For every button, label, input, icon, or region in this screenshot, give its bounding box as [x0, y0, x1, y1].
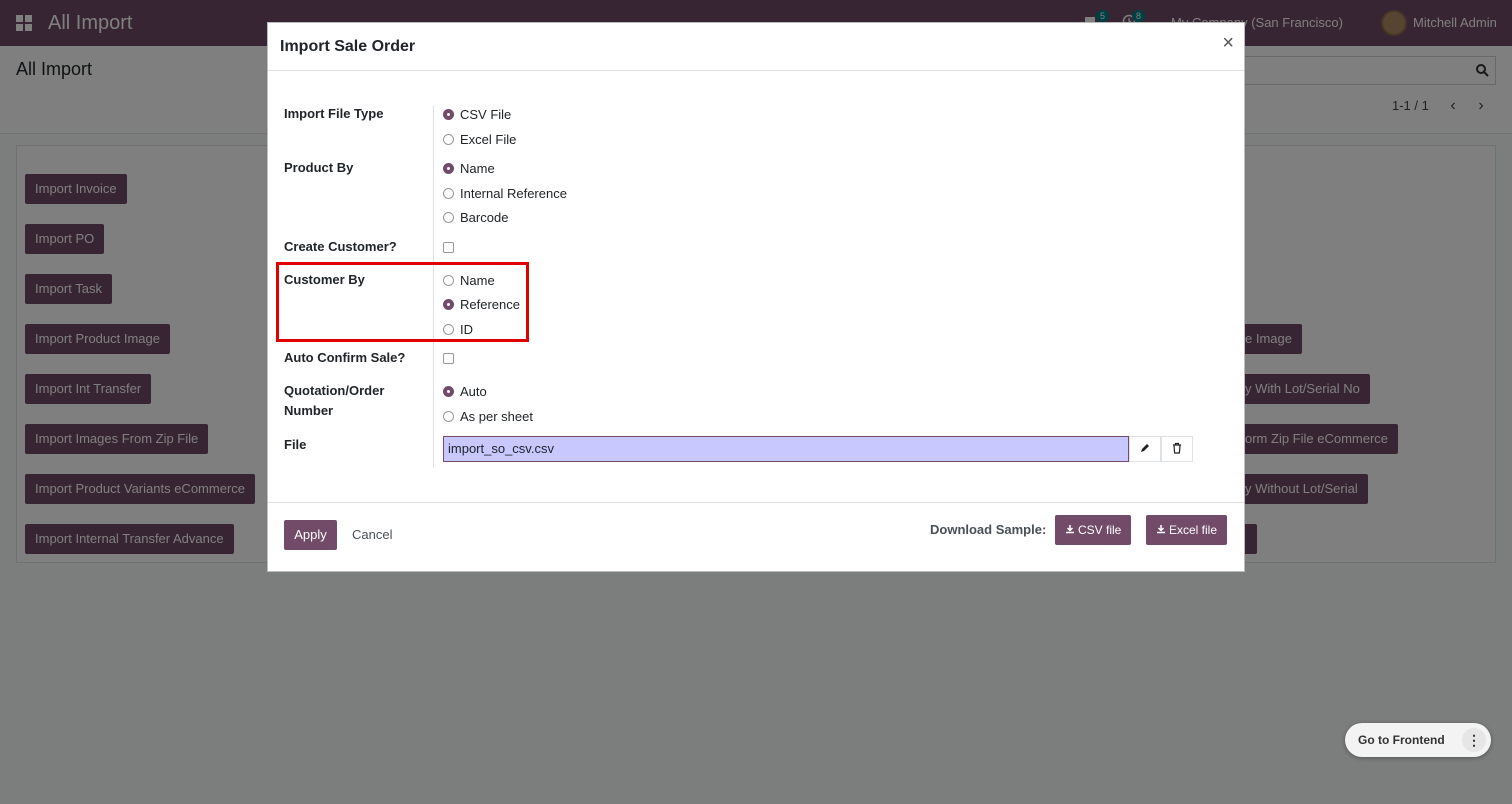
file-type-label: Import File Type	[284, 106, 384, 121]
product-by-name-option[interactable]: Name	[443, 158, 495, 178]
delete-file-button[interactable]	[1161, 436, 1193, 462]
option-label: ID	[460, 321, 473, 337]
customer-by-name-option[interactable]: Name	[443, 270, 495, 290]
customer-by-id-option[interactable]: ID	[443, 319, 473, 339]
modal-footer: Apply Cancel Download Sample: CSV file E…	[268, 502, 1244, 572]
product-by-barcode-option[interactable]: Barcode	[443, 207, 508, 227]
auto-confirm-checkbox[interactable]	[443, 353, 454, 364]
edit-file-button[interactable]	[1129, 436, 1161, 462]
more-vertical-icon[interactable]: ⋮	[1462, 728, 1486, 752]
download-csv-button[interactable]: CSV file	[1055, 515, 1132, 546]
radio-selected-icon[interactable]	[443, 385, 454, 397]
option-label: Name	[460, 160, 495, 176]
excel-button-label: Excel file	[1169, 523, 1218, 537]
radio-icon[interactable]	[443, 274, 454, 286]
radio-icon[interactable]	[443, 187, 454, 199]
customer-by-reference-option[interactable]: Reference	[443, 294, 520, 314]
download-icon	[1065, 516, 1075, 546]
modal-header: Import Sale Order ×	[268, 23, 1244, 71]
apply-button[interactable]: Apply	[284, 520, 337, 550]
create-customer-label: Create Customer?	[284, 239, 397, 254]
option-label: Auto	[460, 383, 487, 399]
file-label: File	[284, 437, 307, 452]
order-number-auto-option[interactable]: Auto	[443, 381, 487, 401]
close-icon[interactable]: ×	[1222, 33, 1234, 53]
customer-by-label: Customer By	[284, 272, 365, 287]
radio-icon[interactable]	[443, 323, 454, 335]
file-field[interactable]: import_so_csv.csv	[443, 436, 1129, 462]
option-label: Internal Reference	[460, 185, 567, 201]
csv-button-label: CSV file	[1078, 523, 1122, 537]
pencil-icon	[1139, 442, 1151, 457]
radio-icon[interactable]	[443, 211, 454, 223]
radio-selected-icon[interactable]	[443, 162, 454, 174]
import-sale-order-dialog: Import Sale Order × Import File Type CSV…	[267, 22, 1245, 572]
go-to-frontend-widget: Go to Frontend ⋮	[1345, 723, 1491, 757]
option-label: Reference	[460, 296, 520, 312]
file-type-excel-option[interactable]: Excel File	[443, 129, 516, 149]
product-by-internal-ref-option[interactable]: Internal Reference	[443, 183, 567, 203]
radio-selected-icon[interactable]	[443, 108, 454, 120]
radio-selected-icon[interactable]	[443, 298, 454, 310]
option-label: Excel File	[460, 131, 517, 147]
download-sample-label: Download Sample:	[930, 522, 1047, 537]
option-label: Barcode	[460, 209, 509, 225]
option-label: Name	[460, 272, 495, 288]
option-label: CSV File	[460, 106, 512, 122]
order-number-label: Quotation/Order	[284, 383, 385, 398]
file-type-csv-option[interactable]: CSV File	[443, 104, 511, 124]
radio-icon[interactable]	[443, 133, 454, 145]
download-excel-button[interactable]: Excel file	[1146, 515, 1228, 546]
create-customer-checkbox[interactable]	[443, 242, 454, 253]
product-by-label: Product By	[284, 160, 354, 175]
go-to-frontend-button[interactable]: Go to Frontend	[1358, 733, 1445, 747]
auto-confirm-label: Auto Confirm Sale?	[284, 350, 406, 365]
trash-icon	[1171, 442, 1183, 457]
order-number-label-line2: Number	[284, 403, 334, 418]
radio-icon[interactable]	[443, 410, 454, 422]
cancel-button[interactable]: Cancel	[352, 527, 392, 542]
modal-title: Import Sale Order	[280, 38, 416, 55]
option-label: As per sheet	[460, 408, 533, 424]
download-icon	[1156, 516, 1166, 546]
order-number-sheet-option[interactable]: As per sheet	[443, 406, 533, 426]
